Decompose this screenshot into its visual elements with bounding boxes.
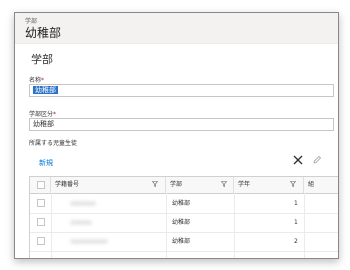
grade-cell: 1 [294, 200, 298, 207]
name-field-value: 幼稚部 [33, 86, 58, 94]
table-row[interactable]: 幼稚部 2 [30, 232, 338, 252]
column-header-student-id[interactable]: 学籍番号 [51, 177, 166, 193]
division-label-text: 学部区分 [29, 111, 54, 118]
filter-icon[interactable] [221, 181, 227, 187]
required-marker: * [41, 77, 45, 84]
grade-cell: 2 [294, 238, 298, 245]
division-label: 学部区分* [29, 109, 56, 118]
record-header: 学部 幼稚部 [15, 13, 338, 44]
redacted-student-id [70, 239, 108, 244]
grade-cell: 1 [294, 219, 298, 226]
column-header-label: 学年 [238, 181, 251, 188]
column-header-label: 学部 [170, 181, 183, 188]
row-checkbox[interactable] [37, 237, 45, 245]
record-form-window: 学部 幼稚部 学部 名称* 幼稚部 学部区分* 幼稚部 所属する児童生徒 新規 … [14, 12, 339, 259]
division-field[interactable]: 幼稚部 [29, 118, 334, 131]
row-checkbox[interactable] [37, 199, 45, 207]
section-title: 学部 [31, 53, 53, 66]
column-header-label: 学籍番号 [55, 181, 80, 188]
students-subgrid: 学籍番号 学部 学年 組 幼稚部 1 幼稚部 1 幼稚部 2 [29, 176, 338, 258]
close-icon[interactable] [292, 154, 304, 166]
filter-icon[interactable] [152, 181, 158, 187]
column-header-label: 組 [308, 181, 315, 188]
edit-icon[interactable] [312, 155, 322, 165]
department-cell: 幼稚部 [172, 238, 191, 245]
name-field[interactable]: 幼稚部 [29, 84, 334, 97]
grid-header-row: 学籍番号 学部 学年 組 [30, 177, 338, 194]
checkbox-column [30, 177, 51, 193]
column-header-class[interactable]: 組 [304, 177, 338, 193]
record-title: 幼稚部 [25, 26, 62, 40]
division-field-value: 幼稚部 [33, 120, 54, 128]
redacted-student-id [70, 220, 92, 225]
table-row[interactable]: 幼稚部 1 [30, 194, 338, 214]
name-label-text: 名称 [29, 77, 42, 84]
department-cell: 幼稚部 [172, 219, 191, 226]
row-checkbox[interactable] [37, 218, 45, 226]
filter-icon[interactable] [290, 181, 296, 187]
new-record-button[interactable]: 新規 [39, 158, 53, 168]
department-cell: 幼稚部 [172, 200, 191, 207]
required-marker: * [53, 111, 57, 118]
redacted-student-id [70, 201, 96, 206]
name-label: 名称* [29, 75, 44, 84]
related-students-label: 所属する児童生徒 [29, 140, 78, 147]
table-row[interactable]: 幼稚部 1 [30, 213, 338, 233]
